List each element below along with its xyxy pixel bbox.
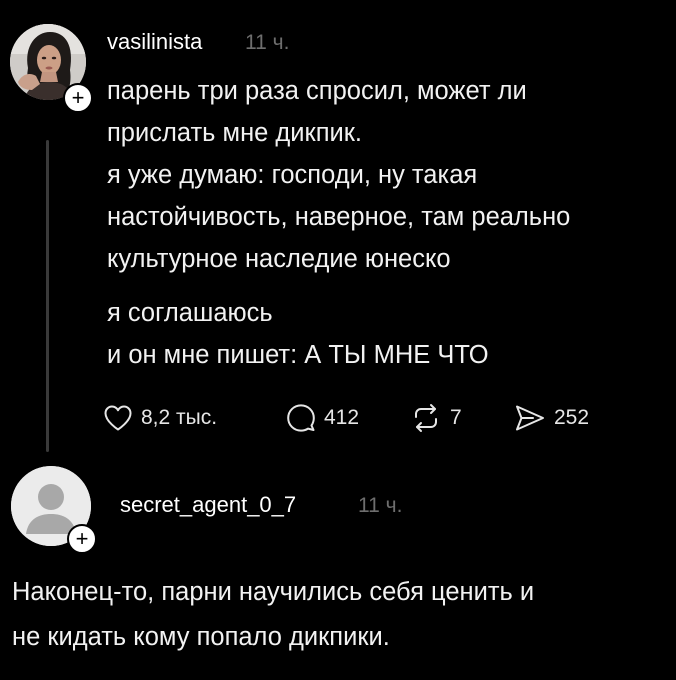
reply-time: 11 ч. — [358, 494, 403, 517]
post-text: парень три раза спросил, может ли присла… — [107, 70, 667, 376]
share-icon — [516, 405, 544, 431]
reply-text: Наконец-то, парни научились себя ценить … — [12, 570, 667, 660]
follow-button[interactable]: + — [63, 83, 93, 113]
post-line: парень три раза спросил, может ли — [107, 77, 527, 105]
post-username[interactable]: vasilinista — [107, 29, 202, 55]
post-line: культурное наследие юнеско — [107, 245, 451, 273]
repost-count: 7 — [450, 406, 462, 429]
comment-count: 412 — [324, 406, 360, 429]
comment-button[interactable]: 412 — [286, 398, 359, 438]
follow-button[interactable]: + — [67, 524, 97, 554]
post-line: я уже думаю: господи, ну такая — [107, 161, 478, 189]
reply-line: не кидать кому попало дикпики. — [12, 623, 390, 651]
post-line: и он мне пишет: А ТЫ МНЕ ЧТО — [107, 341, 489, 369]
post: + vasilinista 11 ч. парень три раза спро… — [0, 0, 676, 460]
plus-icon: + — [75, 526, 89, 551]
heart-icon — [104, 405, 132, 431]
like-button[interactable]: 8,2 тыс. — [103, 398, 217, 438]
comment-bubble-icon — [287, 404, 315, 432]
plus-icon: + — [71, 85, 85, 110]
post-time: 11 ч. — [245, 31, 290, 54]
post-line: прислать мне дикпик. — [107, 119, 362, 147]
repost-icon — [415, 404, 437, 432]
reply-line: Наконец-то, парни научились себя ценить … — [12, 578, 535, 606]
share-count: 252 — [554, 406, 590, 429]
post-line: я соглашаюсь — [107, 299, 273, 327]
post-line: настойчивость, наверное, там реально — [107, 203, 571, 231]
repost-button[interactable]: 7 — [410, 398, 462, 438]
post-actions: 8,2 тыс. 412 7 252 — [0, 398, 676, 438]
share-button[interactable]: 252 — [514, 398, 589, 438]
like-count: 8,2 тыс. — [141, 406, 218, 429]
reply-username[interactable]: secret_agent_0_7 — [120, 492, 296, 518]
